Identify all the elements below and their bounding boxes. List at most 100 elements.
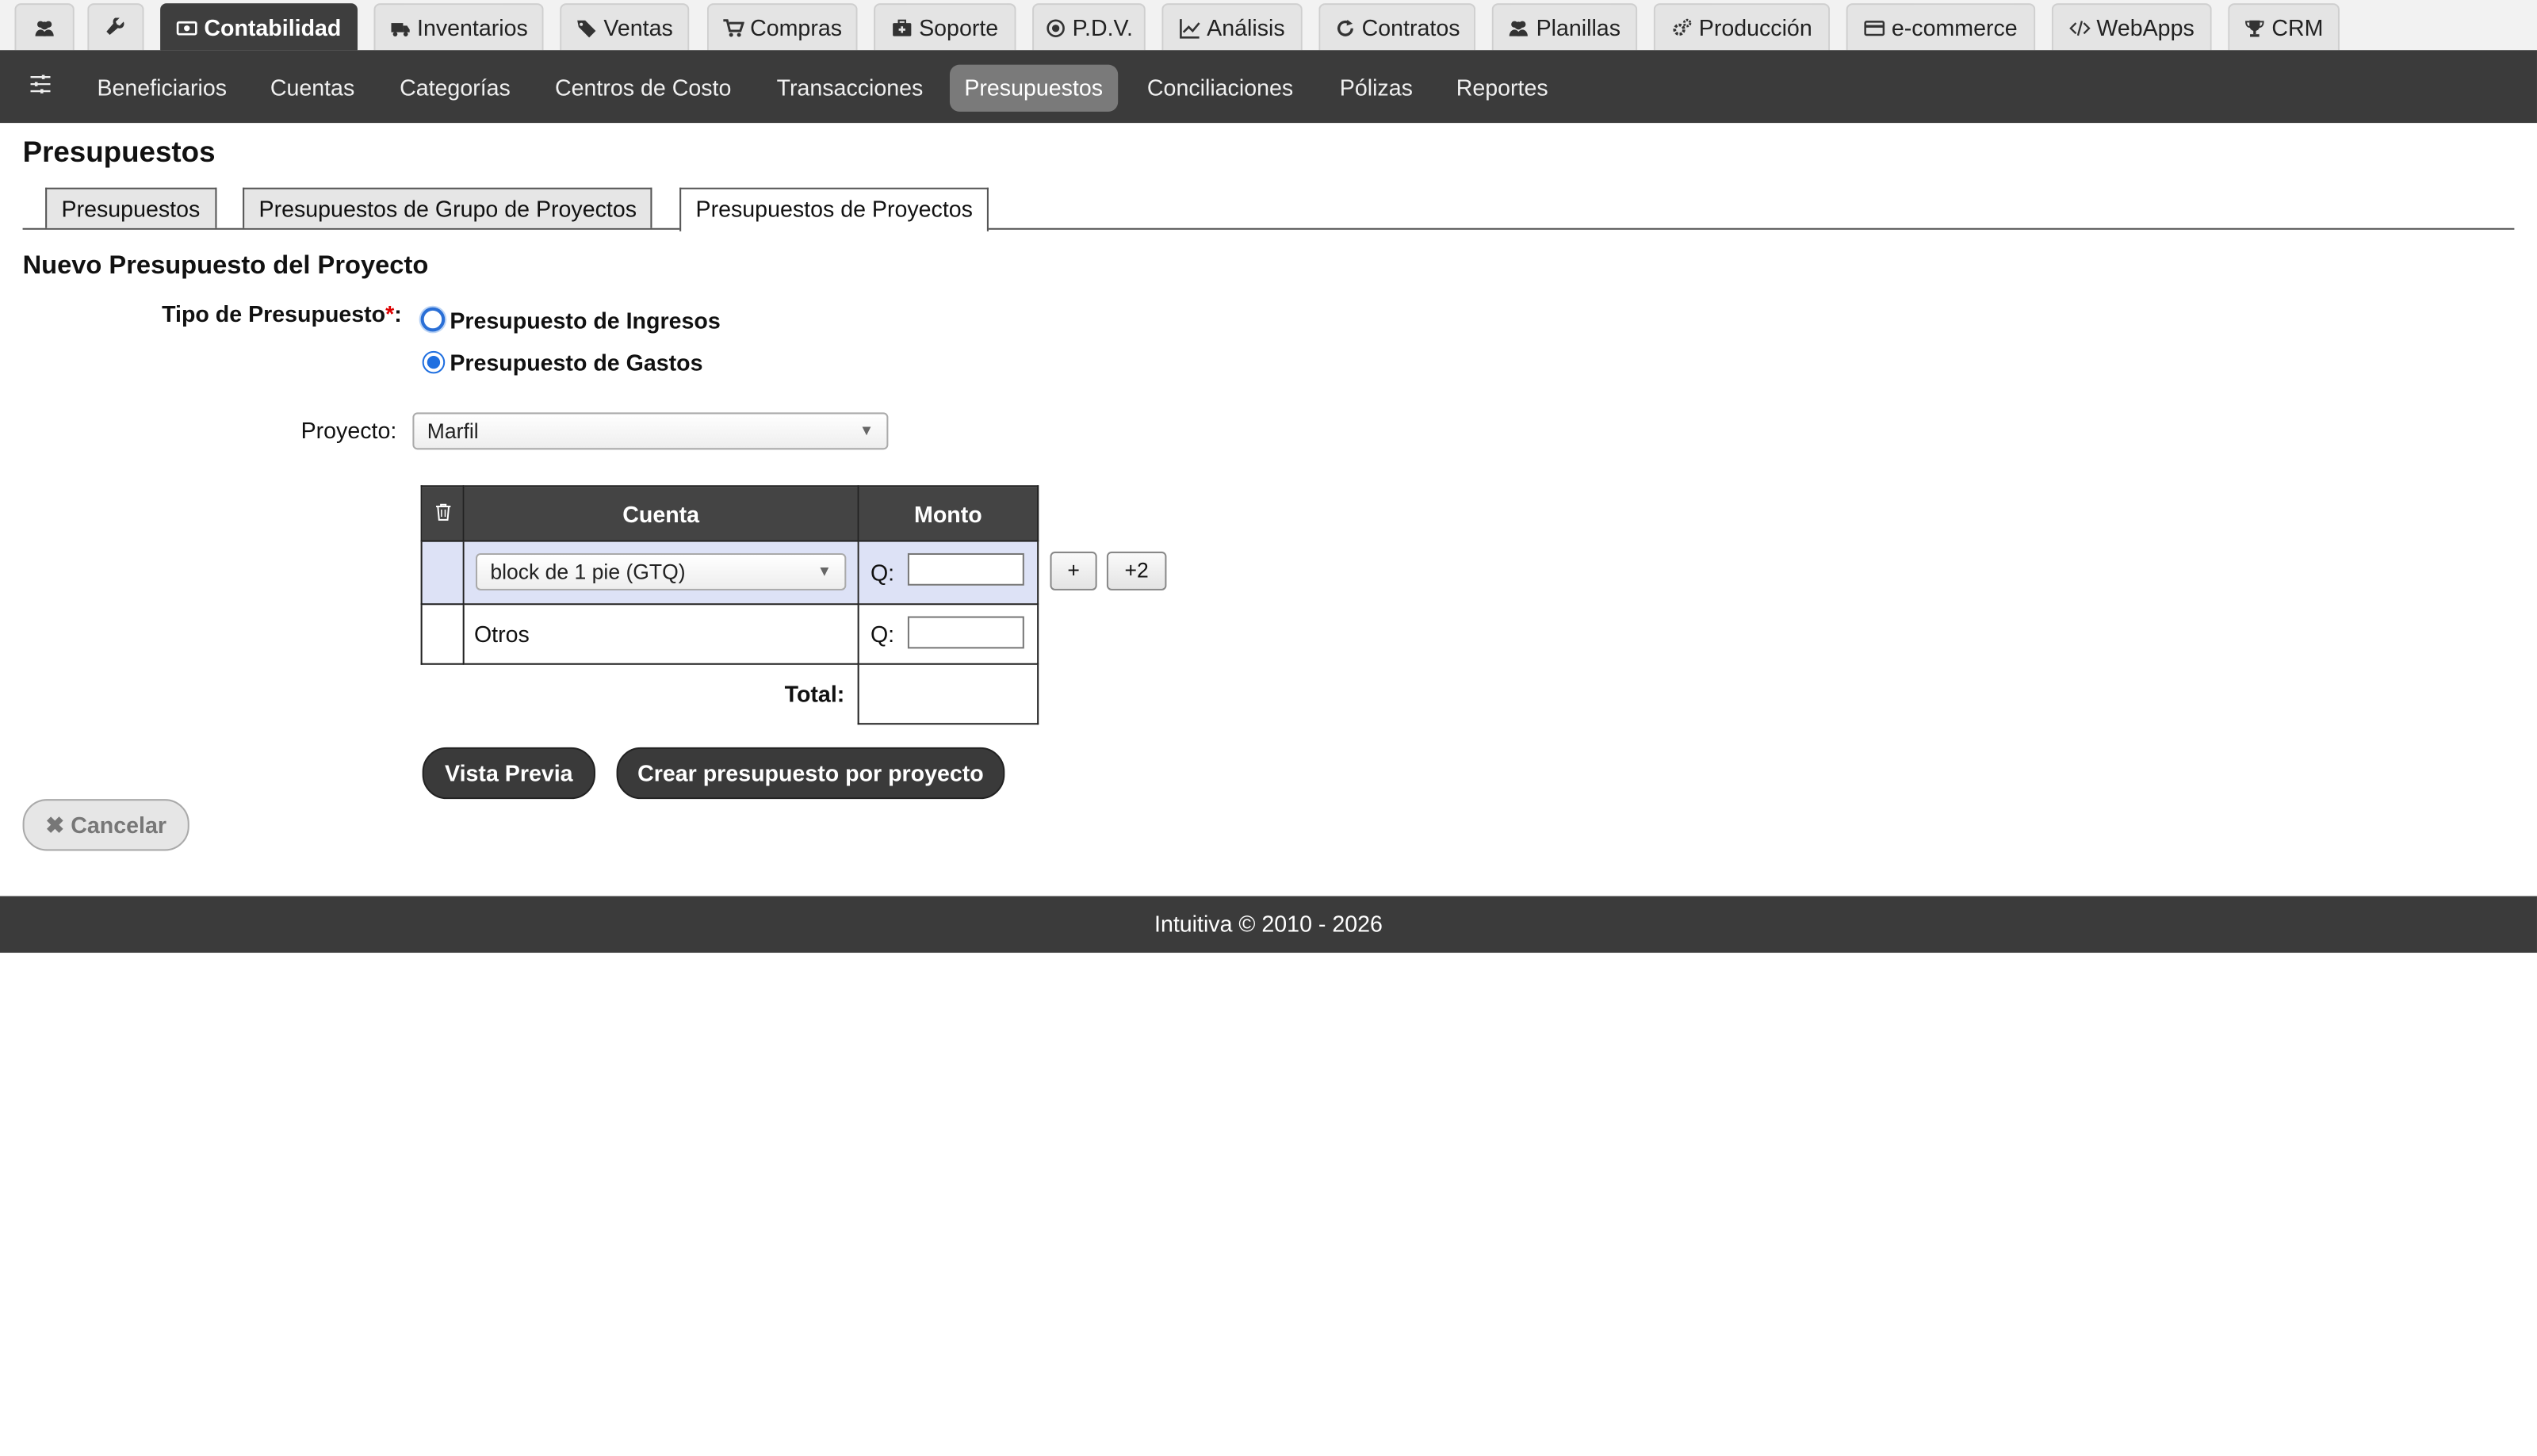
tab-label: e-commerce (1891, 14, 2018, 41)
row-select-cell[interactable] (420, 603, 465, 665)
tab-label: Contratos (1361, 14, 1460, 41)
proyecto-select[interactable]: Marfil ▼ (412, 412, 889, 450)
tags-icon (577, 19, 596, 37)
tab-produccion[interactable]: Producción (1653, 3, 1831, 51)
close-icon: ✖ (45, 812, 65, 839)
nav-transacciones[interactable]: Transacciones (762, 65, 937, 112)
tab-presupuestos-grupo-proyectos[interactable]: Presupuestos de Grupo de Proyectos (243, 187, 653, 228)
total-value (857, 663, 1039, 725)
tab-analisis[interactable]: Análisis (1161, 3, 1303, 51)
cuenta-cell: block de 1 pie (GTQ) ▼ (462, 540, 859, 606)
dot-circle-icon (1046, 18, 1065, 36)
tab-inventarios[interactable]: Inventarios (373, 3, 544, 51)
tab-crm[interactable]: CRM (2228, 3, 2340, 51)
tab-soporte[interactable]: Soporte (874, 3, 1016, 51)
chevron-down-icon: ▼ (817, 563, 832, 579)
label-colon: : (394, 300, 402, 327)
nav-polizas[interactable]: Pólizas (1325, 65, 1427, 112)
tab-ventas[interactable]: Ventas (560, 3, 690, 51)
trophy-icon (2245, 19, 2264, 36)
top-module-bar: Contabilidad Inventarios Ventas Compras … (0, 0, 2537, 52)
tab-contabilidad[interactable]: Contabilidad (160, 3, 358, 51)
chevron-down-icon: ▼ (859, 422, 874, 439)
tab-webapps[interactable]: WebApps (2051, 3, 2212, 51)
cogs-icon (1673, 17, 1692, 35)
radio-gastos[interactable] (422, 350, 446, 374)
tipo-presupuesto-label: Tipo de Presupuesto*: (162, 301, 402, 327)
nav-beneficiarios[interactable]: Beneficiarios (82, 65, 241, 112)
cuenta-select-value: block de 1 pie (GTQ) (490, 560, 686, 584)
sliders-icon[interactable] (29, 73, 52, 96)
required-mark: * (385, 300, 395, 327)
tab-label: WebApps (2096, 14, 2195, 41)
tab-planillas[interactable]: Planillas (1491, 3, 1638, 51)
tab-label: Inventarios (417, 14, 528, 41)
refresh-icon (1337, 18, 1353, 36)
tab-ecommerce[interactable]: e-commerce (1846, 3, 2036, 51)
medkit-icon (893, 18, 912, 36)
users-icon (1510, 20, 1529, 36)
radio-ingresos[interactable] (420, 307, 446, 332)
tab-label: P.D.V. (1072, 14, 1133, 41)
tab-compras[interactable]: Compras (706, 3, 858, 51)
tab-presupuestos[interactable]: Presupuestos (45, 187, 216, 228)
tab-presupuestos-proyectos[interactable]: Presupuestos de Proyectos (679, 187, 989, 231)
table-row: Otros Q: (420, 603, 1039, 665)
cart-icon (722, 18, 744, 36)
nav-cuentas[interactable]: Cuentas (255, 65, 369, 112)
monto-input[interactable] (907, 552, 1024, 586)
sub-navigation: Beneficiarios Cuentas Categorías Centros… (0, 50, 2537, 124)
tab-label: Compras (750, 14, 843, 41)
form-title: Nuevo Presupuesto del Proyecto (22, 252, 429, 281)
radio-gastos-label[interactable]: Presupuesto de Gastos (450, 350, 702, 376)
create-budget-button[interactable]: Crear presupuesto por proyecto (616, 747, 1005, 800)
tab-label: Contabilidad (204, 14, 342, 41)
cuenta-header: Cuenta (462, 485, 859, 542)
nav-reportes[interactable]: Reportes (1441, 65, 1563, 112)
nav-categorias[interactable]: Categorías (385, 65, 525, 112)
money-icon (177, 20, 197, 35)
tab-label: Planillas (1536, 14, 1621, 41)
line-chart-icon (1179, 18, 1200, 38)
credit-card-icon (1864, 20, 1885, 36)
cuenta-cell: Otros (462, 603, 859, 665)
preview-button[interactable]: Vista Previa (422, 747, 596, 800)
total-row: Total: (422, 663, 1039, 725)
table-row: block de 1 pie (GTQ) ▼ Q: (420, 540, 1039, 606)
monto-header: Monto (857, 485, 1039, 542)
total-label: Total: (784, 681, 845, 708)
currency-label: Q: (870, 560, 895, 586)
nav-conciliaciones[interactable]: Conciliaciones (1133, 65, 1308, 112)
cuenta-select[interactable]: block de 1 pie (GTQ) ▼ (475, 552, 847, 590)
currency-label: Q: (870, 621, 895, 648)
page-title: Presupuestos (22, 136, 216, 169)
tab-users[interactable] (14, 3, 75, 51)
tab-label: Análisis (1207, 14, 1285, 41)
row-select-cell[interactable] (420, 540, 465, 606)
tab-pdv[interactable]: P.D.V. (1032, 3, 1146, 51)
tab-label: Soporte (919, 14, 999, 41)
nav-centros-de-costo[interactable]: Centros de Costo (541, 65, 746, 112)
truck-icon (390, 22, 410, 36)
radio-ingresos-label[interactable]: Presupuesto de Ingresos (450, 308, 720, 334)
cancel-button-label: Cancelar (71, 812, 166, 839)
tipo-label-text: Tipo de Presupuesto (162, 300, 386, 327)
add-two-rows-button[interactable]: +2 (1106, 551, 1167, 590)
add-row-button[interactable]: + (1050, 551, 1097, 590)
nav-presupuestos[interactable]: Presupuestos (949, 64, 1118, 112)
tab-label: CRM (2271, 14, 2324, 41)
monto-cell: Q: (857, 540, 1039, 606)
cancel-button[interactable]: ✖ Cancelar (22, 799, 189, 851)
footer: Intuitiva © 2010 - 2026 (0, 896, 2537, 953)
tab-contratos[interactable]: Contratos (1318, 3, 1476, 51)
table-header-row: Cuenta Monto (420, 485, 1039, 542)
proyecto-label: Proyecto: (300, 417, 397, 444)
trash-icon[interactable] (433, 501, 452, 522)
wrench-icon (106, 17, 124, 34)
budget-table: Cuenta Monto block de 1 pie (GTQ) ▼ Q: O… (420, 485, 1039, 725)
proyecto-select-value: Marfil (427, 418, 479, 444)
tab-label: Producción (1698, 14, 1812, 41)
tab-label: Ventas (603, 14, 673, 41)
tab-tools[interactable] (87, 3, 144, 51)
monto-input[interactable] (907, 616, 1024, 649)
